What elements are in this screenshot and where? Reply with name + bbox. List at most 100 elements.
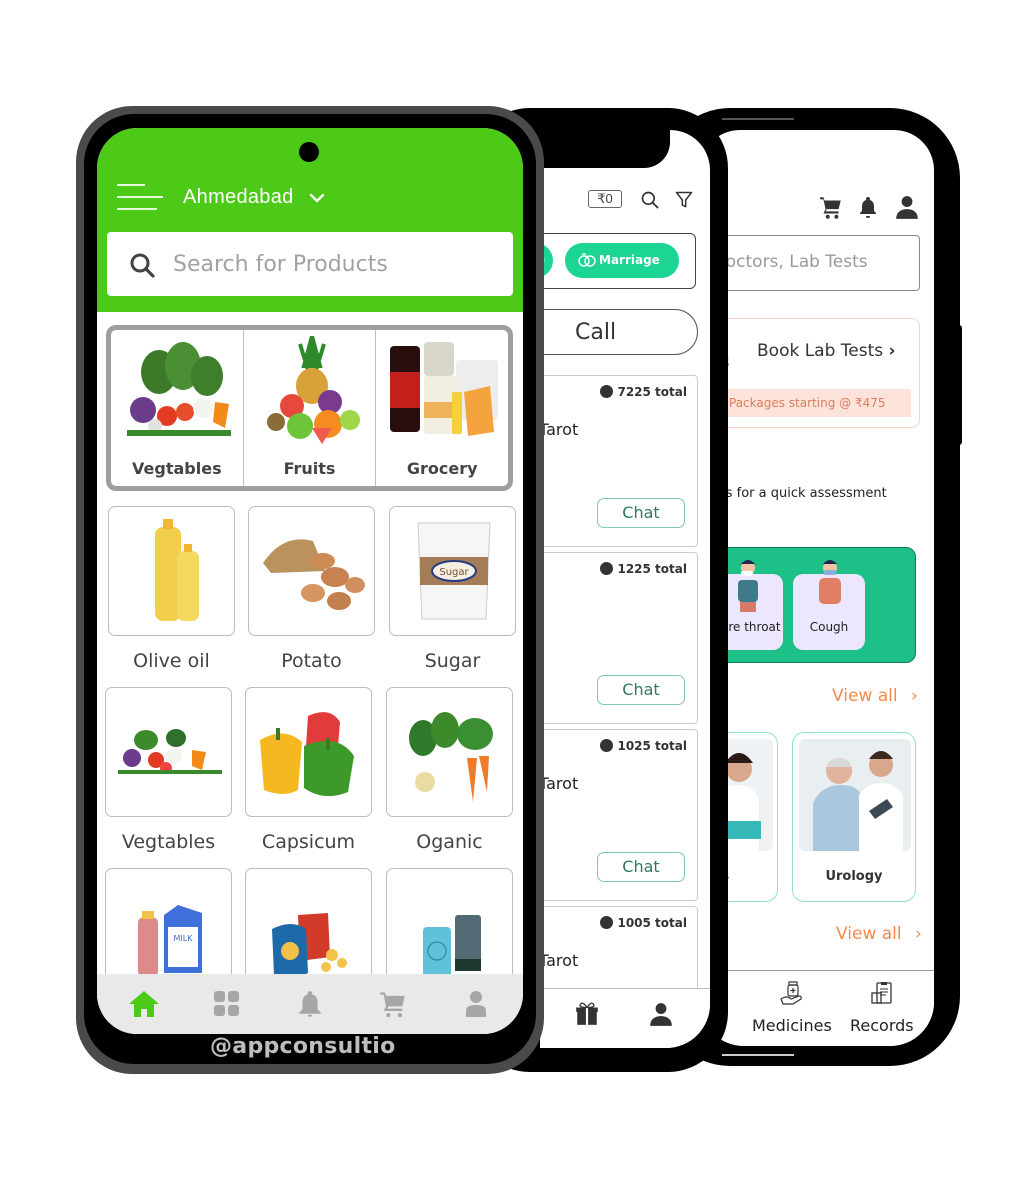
call-tab[interactable]: Call [540, 309, 698, 355]
health-bottom-nav: s Medicines Records [700, 970, 934, 1046]
nav-label: Records [850, 1016, 914, 1035]
cough-person-icon [819, 560, 841, 604]
product-search-input[interactable] [173, 246, 493, 282]
product-search-box[interactable] [107, 232, 513, 296]
health-phone-side-button [952, 325, 962, 445]
total-text: 7225 total [617, 385, 687, 399]
view-all-symptoms-link[interactable]: View all › [832, 686, 918, 706]
svg-text:Sugar: Sugar [439, 567, 469, 578]
nav-notifications[interactable] [290, 984, 330, 1024]
filter-icon[interactable] [674, 190, 694, 210]
nav-item-medicines[interactable]: Medicines [752, 981, 832, 1035]
astrologer-card[interactable]: 1025 total Tarot Chat [540, 729, 698, 901]
olive-oil-image [155, 519, 199, 621]
nav-label: Medicines [752, 1016, 832, 1035]
astrologer-specialty: Tarot [540, 420, 579, 439]
product-olive-oil[interactable]: Olive oil [108, 506, 235, 672]
chevron-down-icon[interactable] [309, 190, 325, 206]
user-icon [600, 385, 614, 398]
capsicum-image [260, 712, 354, 797]
total-text: 1005 total [617, 916, 687, 930]
sore-throat-person-icon [738, 560, 758, 612]
gift-icon[interactable] [574, 1001, 600, 1027]
nav-item-records[interactable]: Records [850, 981, 914, 1035]
wallet-balance-button[interactable]: ₹0 [588, 190, 622, 208]
symptoms-panel: Sore throat Cough [700, 547, 916, 663]
chat-button[interactable]: Chat [597, 675, 685, 705]
health-app-screen: s, Doctors, Lab Tests Book Lab Tests › %… [700, 130, 934, 1046]
book-lab-tests-card[interactable]: Book Lab Tests › % Packages starting @ ₹… [700, 318, 920, 428]
consultation-count: 1005 total [600, 916, 687, 930]
featured-category-grocery[interactable]: Grocery [376, 330, 508, 486]
user-icon [600, 916, 614, 929]
view-all-specialities-link[interactable]: View all › [836, 924, 922, 944]
bell-icon [299, 991, 321, 1017]
symptom-label: Cough [809, 620, 849, 634]
consultation-count: 1025 total [600, 739, 687, 753]
chevron-right-icon: › [915, 924, 922, 944]
astrology-phone-notch [540, 108, 670, 168]
product-sugar[interactable]: Sugar Sugar [389, 506, 516, 672]
product-label: Oganic [416, 831, 483, 853]
grocery-bottom-nav [97, 974, 523, 1034]
profile-icon[interactable] [648, 1001, 674, 1027]
product-label: Olive oil [133, 650, 210, 672]
product-label: Potato [281, 650, 342, 672]
nav-profile[interactable] [456, 984, 496, 1024]
vegetables-image [127, 342, 231, 436]
featured-category-vegetables[interactable]: Vegtables [111, 330, 244, 486]
nav-home[interactable] [124, 984, 164, 1024]
records-icon [871, 982, 892, 1004]
astrology-app-screen: ₹0 nce Marriage Call 7225 total Tarot Ch… [540, 130, 710, 1048]
location-selector[interactable]: Ahmedabad [183, 186, 294, 209]
cart-icon[interactable] [818, 194, 844, 220]
sugar-image: Sugar [417, 522, 491, 620]
category-label: Fruits [283, 459, 336, 478]
profile-icon[interactable] [894, 194, 920, 220]
chip-marriage[interactable]: Marriage [565, 243, 679, 278]
view-all-label: View all [836, 924, 902, 944]
chat-button[interactable]: Chat [597, 852, 685, 882]
bell-icon[interactable] [856, 194, 880, 220]
speciality-card-urology[interactable]: Urology [792, 732, 916, 902]
category-label: Grocery [406, 459, 478, 478]
grocery-header: Ahmedabad [97, 128, 523, 312]
grid-icon [214, 991, 240, 1016]
fruits-image [266, 336, 360, 444]
product-potato[interactable]: Potato [248, 506, 375, 672]
product-vegetables[interactable]: Vegtables [105, 687, 232, 853]
search-icon[interactable] [640, 190, 660, 210]
astrologer-specialty: Tarot [540, 951, 579, 970]
category-chip-bar: nce Marriage [540, 233, 696, 289]
symptom-cough[interactable]: Cough [793, 560, 865, 650]
featured-category-fruits[interactable]: Fruits [244, 330, 377, 486]
hamburger-menu-icon[interactable] [117, 184, 163, 210]
chevron-right-icon: › [911, 686, 918, 706]
grocery-app-screen: Ahmedabad Vegtables Fruits Grocery Olive… [97, 128, 523, 1034]
assessment-text: toms for a quick assessment [700, 486, 887, 501]
total-text: 1025 total [617, 739, 687, 753]
product-capsicum[interactable]: Capsicum [245, 687, 372, 853]
consultation-count: 7225 total [600, 385, 687, 399]
chevron-right-icon: › [888, 341, 896, 361]
astrologer-specialty: Tarot [540, 774, 579, 793]
total-text: 1225 total [617, 562, 687, 576]
health-search-input[interactable]: s, Doctors, Lab Tests [700, 235, 920, 291]
nav-categories[interactable] [207, 984, 247, 1024]
health-phone-edge-highlight [722, 1054, 794, 1056]
nav-cart[interactable] [373, 984, 413, 1024]
grocery-image [390, 342, 499, 436]
astrologer-card[interactable]: 7225 total Tarot Chat [540, 375, 698, 547]
product-organic[interactable]: Oganic [386, 687, 513, 853]
view-all-label: View all [832, 686, 898, 706]
vegetables-image [118, 729, 222, 774]
home-icon [129, 991, 160, 1017]
chat-button[interactable]: Chat [597, 498, 685, 528]
product-label: Capsicum [261, 831, 356, 853]
astrologer-card[interactable]: 1225 total Chat [540, 552, 698, 724]
search-icon [130, 253, 155, 278]
rings-icon [578, 253, 596, 267]
organic-image [409, 712, 493, 802]
doctor-patient-photo [799, 739, 911, 851]
user-icon [600, 739, 614, 752]
